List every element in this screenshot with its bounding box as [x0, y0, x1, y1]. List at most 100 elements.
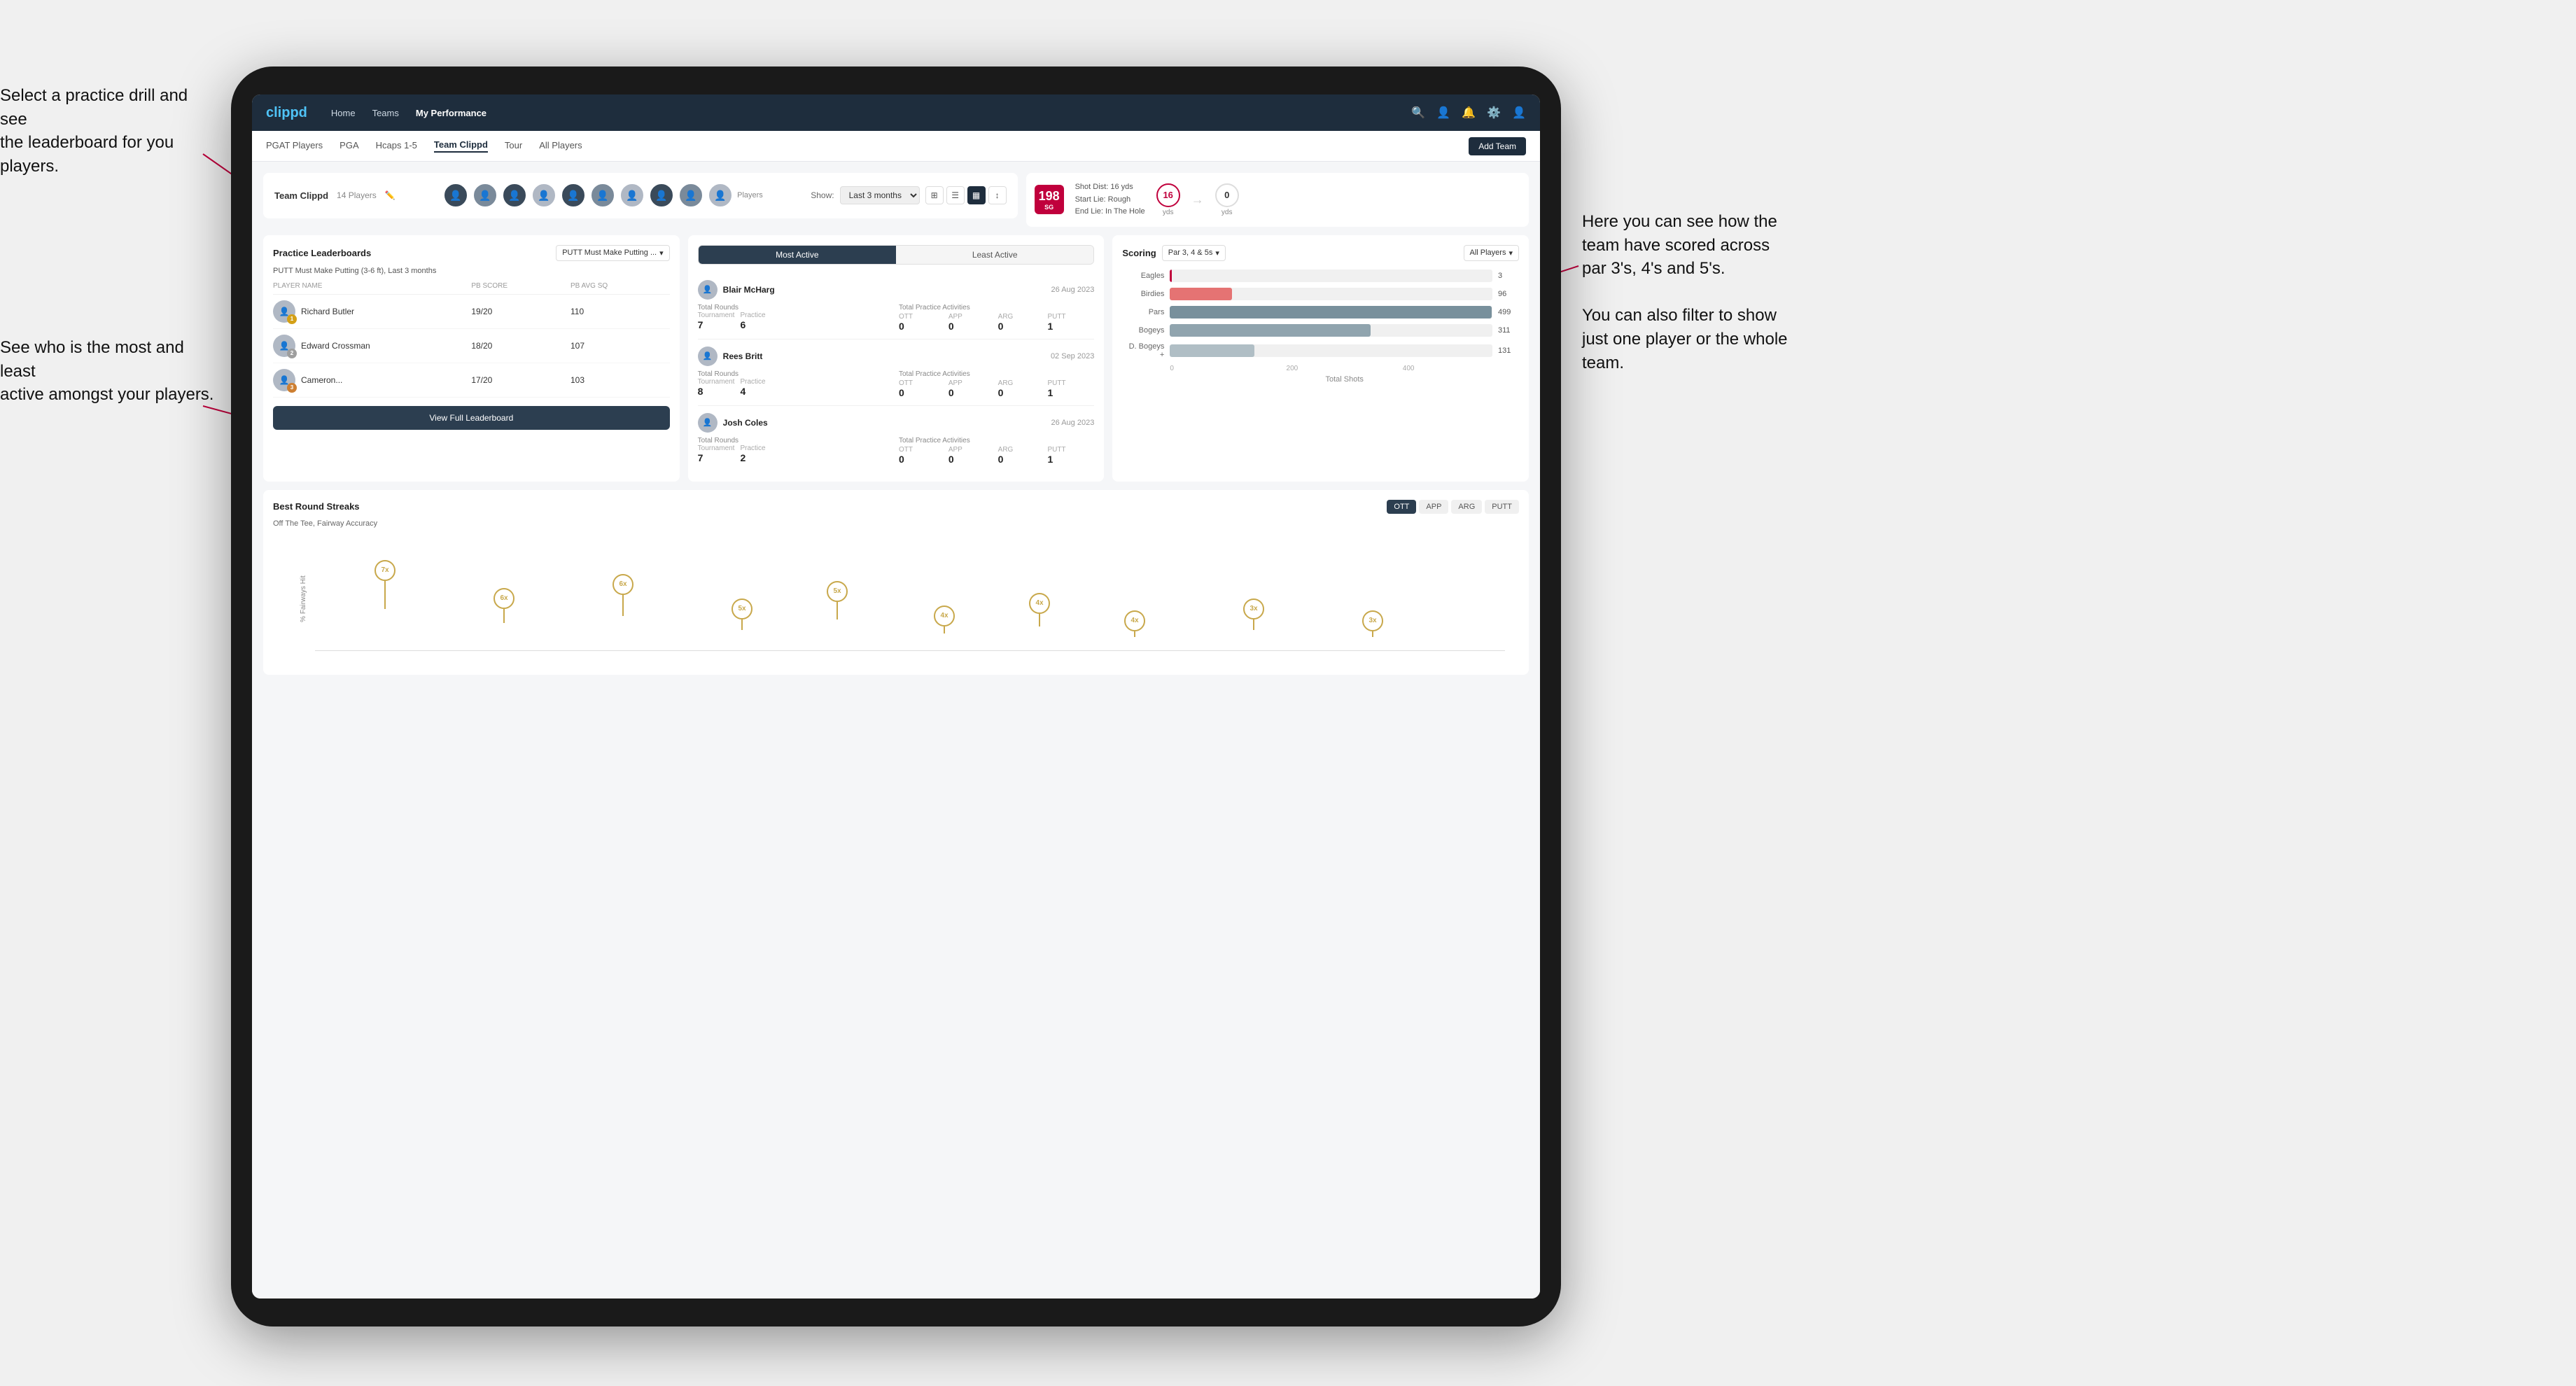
team-title: Team Clippd — [274, 190, 328, 201]
nav-performance[interactable]: My Performance — [416, 108, 486, 118]
leaderboard-card: Practice Leaderboards PUTT Must Make Put… — [263, 235, 680, 482]
lb-name-3: Cameron... — [301, 375, 342, 385]
avatar-icon[interactable]: 👤 — [1512, 106, 1526, 120]
activity-date-3: 26 Aug 2023 — [1051, 419, 1095, 427]
shot-circle-1: 16 yds — [1156, 183, 1180, 216]
lb-badge-bronze: 3 — [287, 383, 297, 393]
streak-dot-2: 6x — [493, 588, 514, 623]
view-grid-icon[interactable]: ⊞ — [925, 186, 944, 204]
activity-name-3: Josh Coles — [723, 418, 768, 428]
bar-bogeys: Bogeys 311 — [1122, 324, 1519, 337]
streak-dot-8: 4x — [1124, 610, 1145, 637]
ipad-screen: clippd Home Teams My Performance 🔍 👤 🔔 ⚙… — [252, 94, 1540, 1298]
scoring-card: Scoring Par 3, 4 & 5s ▾ All Players ▾ — [1112, 235, 1529, 482]
view-leaderboard-button[interactable]: View Full Leaderboard — [273, 406, 670, 430]
filter-ott[interactable]: OTT — [1387, 500, 1416, 514]
annotation-right: Here you can see how the team have score… — [1582, 210, 1788, 374]
bar-eagles: Eagles 3 — [1122, 270, 1519, 282]
avatar-9: 👤 — [678, 183, 704, 208]
subnav-hcaps[interactable]: Hcaps 1-5 — [376, 140, 417, 152]
lb-avatar-2: 👤 2 — [273, 335, 295, 357]
subnav-pgat[interactable]: PGAT Players — [266, 140, 323, 152]
avatar-5: 👤 — [561, 183, 586, 208]
nav-teams[interactable]: Teams — [372, 108, 399, 118]
team-player-count: 14 Players — [337, 190, 377, 200]
activity-name-1: Blair McHarg — [723, 285, 775, 295]
leaderboard-row: 👤 1 Richard Butler 19/20 110 — [273, 295, 670, 329]
tab-most-active[interactable]: Most Active — [699, 246, 896, 264]
bell-icon[interactable]: 🔔 — [1462, 106, 1476, 120]
team-header: Team Clippd 14 Players ✏️ 👤 👤 👤 👤 👤 👤 👤 … — [263, 173, 1018, 218]
nav-home[interactable]: Home — [331, 108, 356, 118]
avatar-3: 👤 — [502, 183, 527, 208]
lb-avg-2: 107 — [570, 341, 670, 351]
lb-badge-gold: 1 — [287, 314, 297, 324]
user-icon[interactable]: 👤 — [1436, 106, 1450, 120]
leaderboard-header: PLAYER NAME PB SCORE PB AVG SQ — [273, 282, 670, 295]
settings-icon[interactable]: ⚙️ — [1487, 106, 1501, 120]
subnav-all[interactable]: All Players — [539, 140, 582, 152]
avatar-6: 👤 — [590, 183, 615, 208]
streak-chart-area: % Fairways Hit 7x 6x 6x — [315, 539, 1505, 651]
view-sort-icon[interactable]: ↕ — [988, 186, 1007, 204]
streak-dot-4: 5x — [732, 598, 752, 630]
lb-name-2: Edward Crossman — [301, 341, 370, 351]
edit-icon[interactable]: ✏️ — [385, 190, 396, 200]
sg-badge: 198 SG — [1035, 185, 1064, 214]
subnav: PGAT Players PGA Hcaps 1-5 Team Clippd T… — [252, 131, 1540, 162]
annotation-bottom-left: See who is the most and leastactive amon… — [0, 336, 224, 407]
show-select[interactable]: Last 3 months Last 6 months Last year — [840, 186, 920, 204]
subnav-tour[interactable]: Tour — [505, 140, 522, 152]
navbar: clippd Home Teams My Performance 🔍 👤 🔔 ⚙… — [252, 94, 1540, 131]
filter-app[interactable]: APP — [1419, 500, 1448, 514]
lb-score-3: 17/20 — [471, 375, 570, 385]
view-detail-icon[interactable]: ▦ — [967, 186, 986, 204]
drill-selector[interactable]: PUTT Must Make Putting ... ▾ — [556, 245, 669, 261]
view-list-icon[interactable]: ☰ — [946, 186, 965, 204]
chart-axis: 0 200 400 — [1122, 365, 1519, 372]
activity-date-2: 02 Sep 2023 — [1051, 352, 1094, 360]
bar-dbogeys: D. Bogeys + 131 — [1122, 342, 1519, 359]
streak-dot-5: 5x — [827, 581, 848, 620]
avatar-7: 👤 — [620, 183, 645, 208]
avatar-8: 👤 — [649, 183, 674, 208]
team-controls: Show: Last 3 months Last 6 months Last y… — [811, 186, 1006, 204]
activity-date-1: 26 Aug 2023 — [1051, 286, 1095, 294]
scoring-par-filter[interactable]: Par 3, 4 & 5s ▾ — [1162, 245, 1226, 261]
activity-avatar-2: 👤 — [698, 346, 718, 366]
activity-avatar-1: 👤 — [698, 280, 718, 300]
filter-arg[interactable]: ARG — [1451, 500, 1482, 514]
streak-dot-1: 7x — [374, 560, 396, 609]
show-label: Show: — [811, 190, 834, 200]
lb-name-1: Richard Butler — [301, 307, 354, 316]
streak-dot-9: 3x — [1243, 598, 1264, 630]
lb-avg-1: 110 — [570, 307, 670, 316]
avatar-1: 👤 — [443, 183, 468, 208]
activity-item-1: 👤 Blair McHarg 26 Aug 2023 Total Rounds … — [698, 273, 1095, 340]
leaderboard-row: 👤 2 Edward Crossman 18/20 107 — [273, 329, 670, 363]
subnav-team[interactable]: Team Clippd — [434, 139, 488, 153]
tab-least-active[interactable]: Least Active — [896, 246, 1093, 264]
lb-avatar-1: 👤 1 — [273, 300, 295, 323]
scoring-player-filter[interactable]: All Players ▾ — [1464, 245, 1520, 261]
lb-avg-3: 103 — [570, 375, 670, 385]
avatar-2: 👤 — [472, 183, 498, 208]
bar-birdies: Birdies 96 — [1122, 288, 1519, 300]
activity-item-3: 👤 Josh Coles 26 Aug 2023 Total Rounds To… — [698, 406, 1095, 472]
subnav-pga[interactable]: PGA — [340, 140, 358, 152]
shot-info: Shot Dist: 16 yds Start Lie: Rough End L… — [1075, 181, 1145, 218]
activity-card: Most Active Least Active 👤 Blair McHarg … — [688, 235, 1105, 482]
players-label: Players — [737, 191, 763, 200]
avatar-10: 👤 — [708, 183, 733, 208]
search-icon[interactable]: 🔍 — [1411, 106, 1425, 120]
drill-sub-label: PUTT Must Make Putting (3-6 ft), Last 3 … — [273, 267, 670, 275]
ipad-frame: clippd Home Teams My Performance 🔍 👤 🔔 ⚙… — [231, 66, 1561, 1326]
activity-avatar-3: 👤 — [698, 413, 718, 433]
add-team-button[interactable]: Add Team — [1469, 137, 1526, 155]
annotation-top-left: Select a practice drill and seethe leade… — [0, 84, 210, 178]
main-content: Team Clippd 14 Players ✏️ 👤 👤 👤 👤 👤 👤 👤 … — [252, 162, 1540, 1298]
scoring-bar-chart: Eagles 3 Birdies 96 — [1122, 270, 1519, 359]
streaks-section: Best Round Streaks OTT APP ARG PUTT Off … — [263, 490, 1529, 675]
streaks-sub: Off The Tee, Fairway Accuracy — [273, 519, 1519, 528]
filter-putt[interactable]: PUTT — [1485, 500, 1519, 514]
